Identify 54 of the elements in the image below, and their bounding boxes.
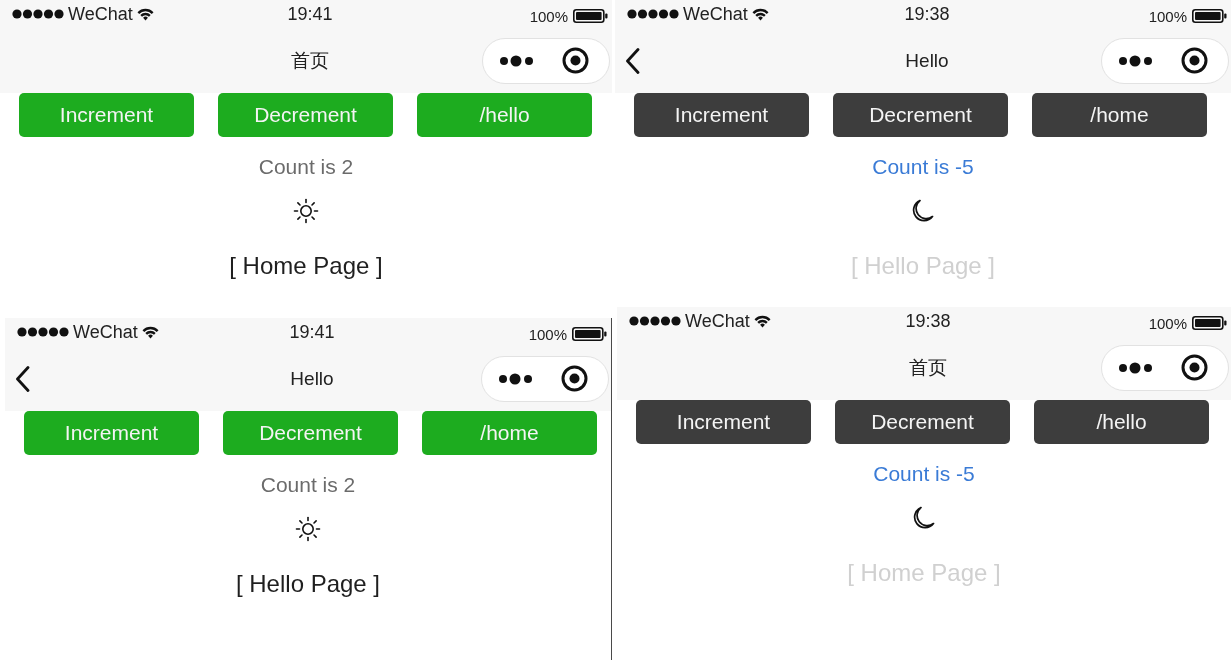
action-button[interactable]: /home <box>1032 93 1207 137</box>
count-text: Count is -5 <box>873 461 975 487</box>
battery-icon <box>1192 9 1227 23</box>
signal-dots-icon <box>629 316 681 326</box>
count-text: Count is 2 <box>260 472 356 498</box>
sun-icon[interactable] <box>295 516 321 542</box>
action-button[interactable]: /hello <box>1034 400 1209 444</box>
page-title: 首页 <box>909 355 947 380</box>
wifi-icon <box>753 314 771 328</box>
record-circle-icon[interactable] <box>561 365 588 392</box>
signal-dots-icon <box>12 9 64 19</box>
page-label: [ Home Page ] <box>229 251 383 281</box>
status-time: 19:38 <box>905 310 951 332</box>
sun-icon[interactable] <box>293 198 319 224</box>
back-chevron-icon[interactable] <box>15 365 30 392</box>
page-title: Hello <box>290 367 334 390</box>
status-time: 19:38 <box>904 3 950 25</box>
action-button[interactable]: Decrement <box>835 400 1010 444</box>
record-circle-icon[interactable] <box>1181 354 1208 381</box>
carrier-name: WeChat <box>73 321 138 343</box>
signal-dots-icon <box>17 327 69 337</box>
battery-icon <box>572 327 607 341</box>
battery-percent: 100% <box>1148 314 1187 332</box>
more-dots-icon[interactable] <box>1118 361 1154 374</box>
battery-percent: 100% <box>1148 7 1187 25</box>
page-label: [ Hello Page ] <box>235 569 381 599</box>
moon-icon[interactable] <box>913 506 935 530</box>
carrier-name: WeChat <box>68 3 133 25</box>
wifi-icon <box>141 325 159 339</box>
wifi-icon <box>136 7 154 21</box>
battery-icon <box>573 9 608 23</box>
carrier-name: WeChat <box>685 310 750 332</box>
carrier-name: WeChat <box>683 3 748 25</box>
more-dots-icon[interactable] <box>499 54 535 67</box>
count-text: Count is 2 <box>258 154 354 180</box>
back-chevron-icon[interactable] <box>625 47 640 74</box>
battery-percent: 100% <box>529 7 568 25</box>
status-time: 19:41 <box>287 3 333 25</box>
action-button[interactable]: Increment <box>634 93 809 137</box>
wifi-icon <box>751 7 769 21</box>
record-circle-icon[interactable] <box>562 47 589 74</box>
battery-percent: 100% <box>528 325 567 343</box>
page-title: Hello <box>905 49 949 72</box>
signal-dots-icon <box>627 9 679 19</box>
battery-icon <box>1192 316 1227 330</box>
action-button[interactable]: Increment <box>636 400 811 444</box>
record-circle-icon[interactable] <box>1181 47 1208 74</box>
action-button[interactable]: Decrement <box>833 93 1008 137</box>
count-text: Count is -5 <box>872 154 974 180</box>
more-dots-icon[interactable] <box>1118 54 1154 67</box>
page-title: 首页 <box>291 48 329 73</box>
moon-icon[interactable] <box>912 199 934 223</box>
more-dots-icon[interactable] <box>498 372 534 385</box>
status-time: 19:41 <box>289 321 335 343</box>
